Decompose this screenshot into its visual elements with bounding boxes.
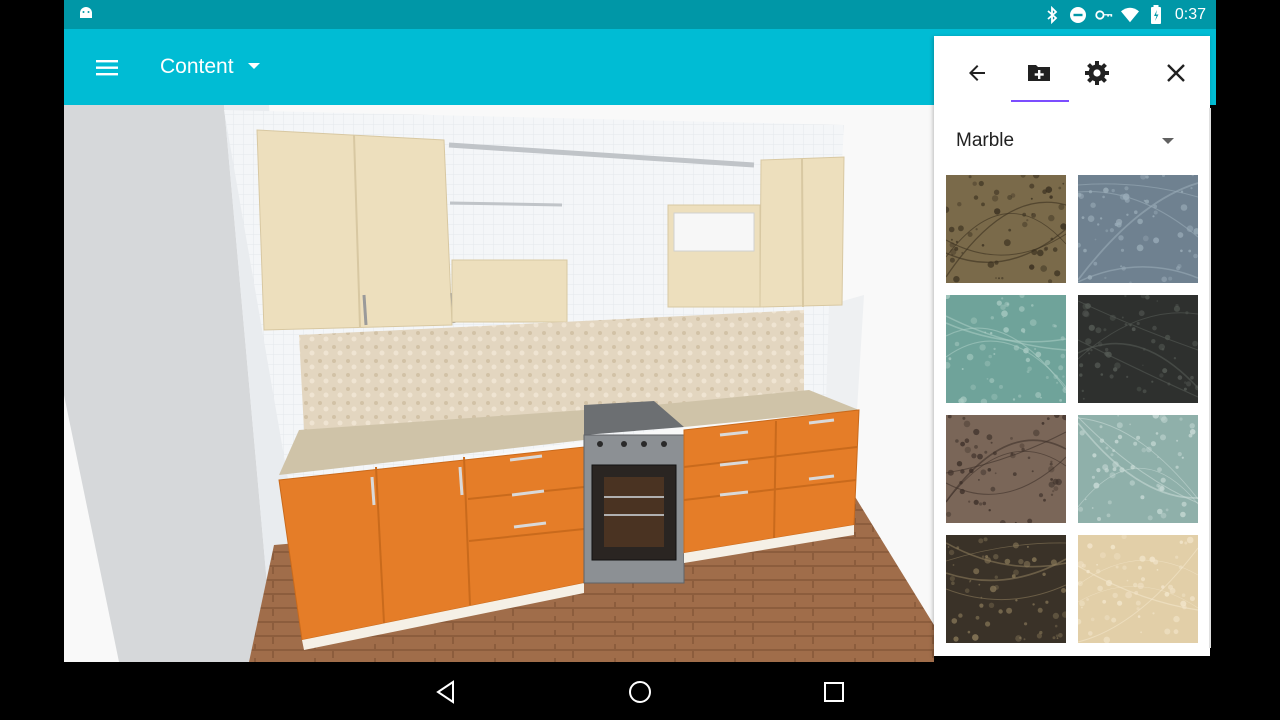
kitchen-scene xyxy=(64,105,934,662)
panel-toolbar xyxy=(934,36,1210,108)
kitchen-3d-view[interactable] xyxy=(64,105,934,662)
status-bar: 0:37 xyxy=(64,0,1216,29)
bluetooth-icon xyxy=(1043,5,1061,24)
material-swatch-brown-granite[interactable] xyxy=(946,175,1066,283)
vpn-key-icon xyxy=(1095,6,1113,24)
do-not-disturb-icon xyxy=(1069,6,1087,24)
back-nav-icon[interactable] xyxy=(433,679,459,705)
close-icon[interactable] xyxy=(1161,58,1191,88)
back-arrow-icon[interactable] xyxy=(962,58,992,88)
android-icon xyxy=(80,7,92,18)
navigation-bar xyxy=(0,662,1280,720)
panel-scrollbar[interactable] xyxy=(1209,108,1211,648)
recents-nav-icon[interactable] xyxy=(821,679,847,705)
wifi-icon xyxy=(1120,6,1139,24)
material-swatch-brown-speckled-granite[interactable] xyxy=(946,415,1066,523)
home-nav-icon[interactable] xyxy=(627,679,653,705)
add-folder-icon[interactable] xyxy=(1024,58,1054,88)
settings-gear-icon[interactable] xyxy=(1082,58,1112,88)
material-swatch-grid xyxy=(946,175,1198,643)
content-dropdown-label: Content xyxy=(160,55,234,78)
chevron-down-icon xyxy=(247,63,260,69)
material-swatch-beige-marble[interactable] xyxy=(1078,535,1198,643)
material-swatch-light-teal-marble[interactable] xyxy=(1078,415,1198,523)
material-panel: Marble xyxy=(934,36,1211,656)
content-dropdown[interactable]: Content xyxy=(160,55,260,79)
status-time: 0:37 xyxy=(1174,5,1206,23)
menu-icon[interactable] xyxy=(92,53,122,83)
chevron-down-icon[interactable] xyxy=(1162,138,1174,144)
material-swatch-green-marble[interactable] xyxy=(946,295,1066,403)
material-swatch-dark-emperador-marble[interactable] xyxy=(946,535,1066,643)
category-label: Marble xyxy=(956,130,1015,151)
tab-indicator xyxy=(1011,100,1069,102)
material-swatch-blue-gray-marble[interactable] xyxy=(1078,175,1198,283)
category-dropdown[interactable]: Marble xyxy=(956,130,1186,154)
battery-icon xyxy=(1147,4,1165,24)
material-swatch-black-marble[interactable] xyxy=(1078,295,1198,403)
